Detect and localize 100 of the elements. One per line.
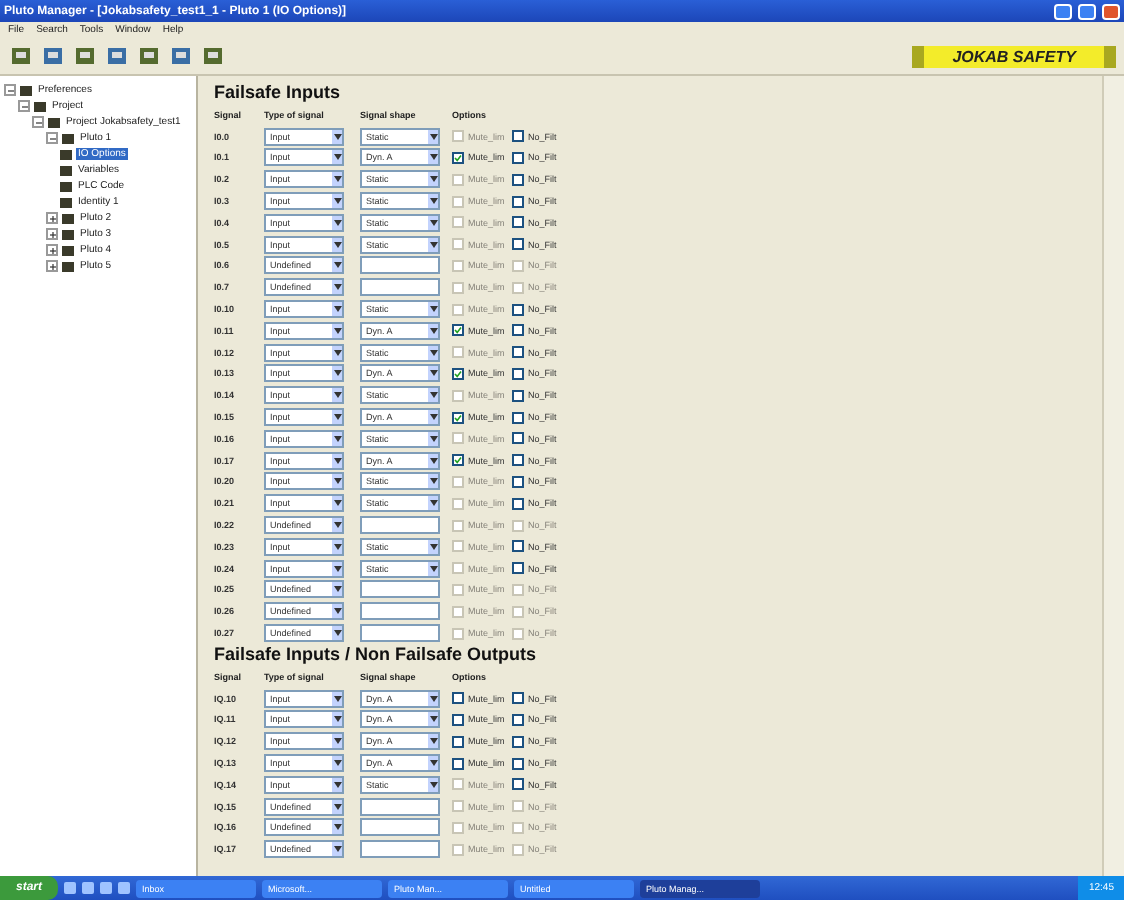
checkbox[interactable]	[512, 454, 524, 467]
checkbox[interactable]	[512, 389, 524, 402]
caret-icon	[429, 392, 437, 399]
checkbox[interactable]	[512, 778, 524, 791]
checkbox[interactable]	[512, 411, 524, 424]
close-button[interactable]	[1102, 3, 1120, 19]
checkbox[interactable]	[452, 735, 464, 748]
checkbox[interactable]	[512, 346, 524, 359]
caret-icon	[333, 349, 341, 356]
caret-icon	[333, 716, 341, 723]
checkbox[interactable]	[512, 173, 524, 186]
caret-icon	[333, 846, 341, 853]
checkbox[interactable]	[452, 713, 464, 726]
checkbox[interactable]	[512, 713, 524, 726]
checkbox[interactable]	[512, 130, 524, 143]
checkbox[interactable]	[512, 432, 524, 445]
checkbox[interactable]	[452, 367, 464, 380]
checkbox[interactable]	[512, 324, 524, 337]
caret-icon	[333, 738, 341, 745]
caret-icon	[429, 241, 437, 248]
checkbox[interactable]	[512, 367, 524, 380]
caret-icon	[429, 414, 437, 421]
section-title: Failsafe Inputs	[214, 82, 343, 104]
expand-toggle[interactable]	[46, 244, 58, 256]
expand-toggle[interactable]	[46, 228, 58, 240]
expand-toggle[interactable]	[4, 84, 16, 96]
shape-select[interactable]	[360, 278, 440, 297]
caret-icon	[333, 219, 341, 226]
caret-icon	[429, 133, 437, 140]
checkbox[interactable]	[512, 540, 524, 553]
caret-icon	[333, 262, 341, 269]
caret-icon	[333, 241, 341, 248]
expand-toggle[interactable]	[46, 132, 58, 144]
caret-icon	[333, 543, 341, 550]
caret-icon	[333, 414, 341, 421]
caret-icon	[333, 133, 341, 140]
caret-icon	[333, 586, 341, 593]
checkbox[interactable]	[512, 195, 524, 208]
checkbox[interactable]	[452, 324, 464, 337]
expand-toggle[interactable]	[46, 212, 58, 224]
expand-toggle[interactable]	[46, 260, 58, 272]
checkbox[interactable]	[512, 692, 524, 705]
checkbox[interactable]	[512, 735, 524, 748]
caret-icon	[429, 565, 437, 572]
scrollbar[interactable]	[1102, 76, 1124, 876]
checkbox[interactable]	[452, 151, 464, 164]
caret-icon	[333, 478, 341, 485]
caret-icon	[429, 176, 437, 183]
shape-select[interactable]	[360, 516, 440, 535]
caret-icon	[429, 349, 437, 356]
checkbox[interactable]	[452, 692, 464, 705]
maximize-button[interactable]	[1078, 3, 1096, 19]
shape-select[interactable]	[360, 818, 440, 837]
caret-icon	[429, 695, 437, 702]
caret-icon	[333, 284, 341, 291]
shape-select[interactable]	[360, 580, 440, 599]
checkbox[interactable]	[512, 216, 524, 229]
caret-icon	[333, 457, 341, 464]
caret-icon	[333, 327, 341, 334]
caret-icon	[333, 565, 341, 572]
caret-icon	[429, 154, 437, 161]
minimize-button[interactable]	[1054, 3, 1072, 19]
caret-icon	[429, 478, 437, 485]
checkbox[interactable]	[512, 238, 524, 251]
caret-icon	[333, 198, 341, 205]
caret-icon	[429, 435, 437, 442]
expand-toggle[interactable]	[18, 100, 30, 112]
shape-select[interactable]	[360, 624, 440, 643]
caret-icon	[429, 306, 437, 313]
shape-select[interactable]	[360, 840, 440, 859]
shape-select[interactable]	[360, 256, 440, 275]
checkbox[interactable]	[512, 562, 524, 575]
caret-icon	[429, 781, 437, 788]
checkbox[interactable]	[512, 151, 524, 164]
checkbox[interactable]	[452, 411, 464, 424]
caret-icon	[333, 435, 341, 442]
caret-icon	[333, 630, 341, 637]
checkbox[interactable]	[512, 303, 524, 316]
logo: JOKAB SAFETY	[912, 45, 1116, 67]
caret-icon	[333, 781, 341, 788]
shape-select[interactable]	[360, 797, 440, 816]
caret-icon	[333, 306, 341, 313]
checkbox[interactable]	[452, 454, 464, 467]
caret-icon	[333, 803, 341, 810]
shape-select[interactable]	[360, 602, 440, 621]
caret-icon	[429, 738, 437, 745]
caret-icon	[333, 608, 341, 615]
caret-icon	[333, 760, 341, 766]
caret-icon	[333, 500, 341, 507]
checkbox[interactable]	[512, 475, 524, 488]
caret-icon	[429, 543, 437, 550]
caret-icon	[333, 154, 341, 161]
caret-icon	[333, 695, 341, 702]
checkbox[interactable]	[452, 757, 464, 769]
checkbox[interactable]	[512, 757, 524, 769]
caret-icon	[333, 176, 341, 183]
checkbox[interactable]	[512, 497, 524, 510]
caret-icon	[429, 327, 437, 334]
caret-icon	[429, 716, 437, 723]
expand-toggle[interactable]	[32, 116, 44, 128]
